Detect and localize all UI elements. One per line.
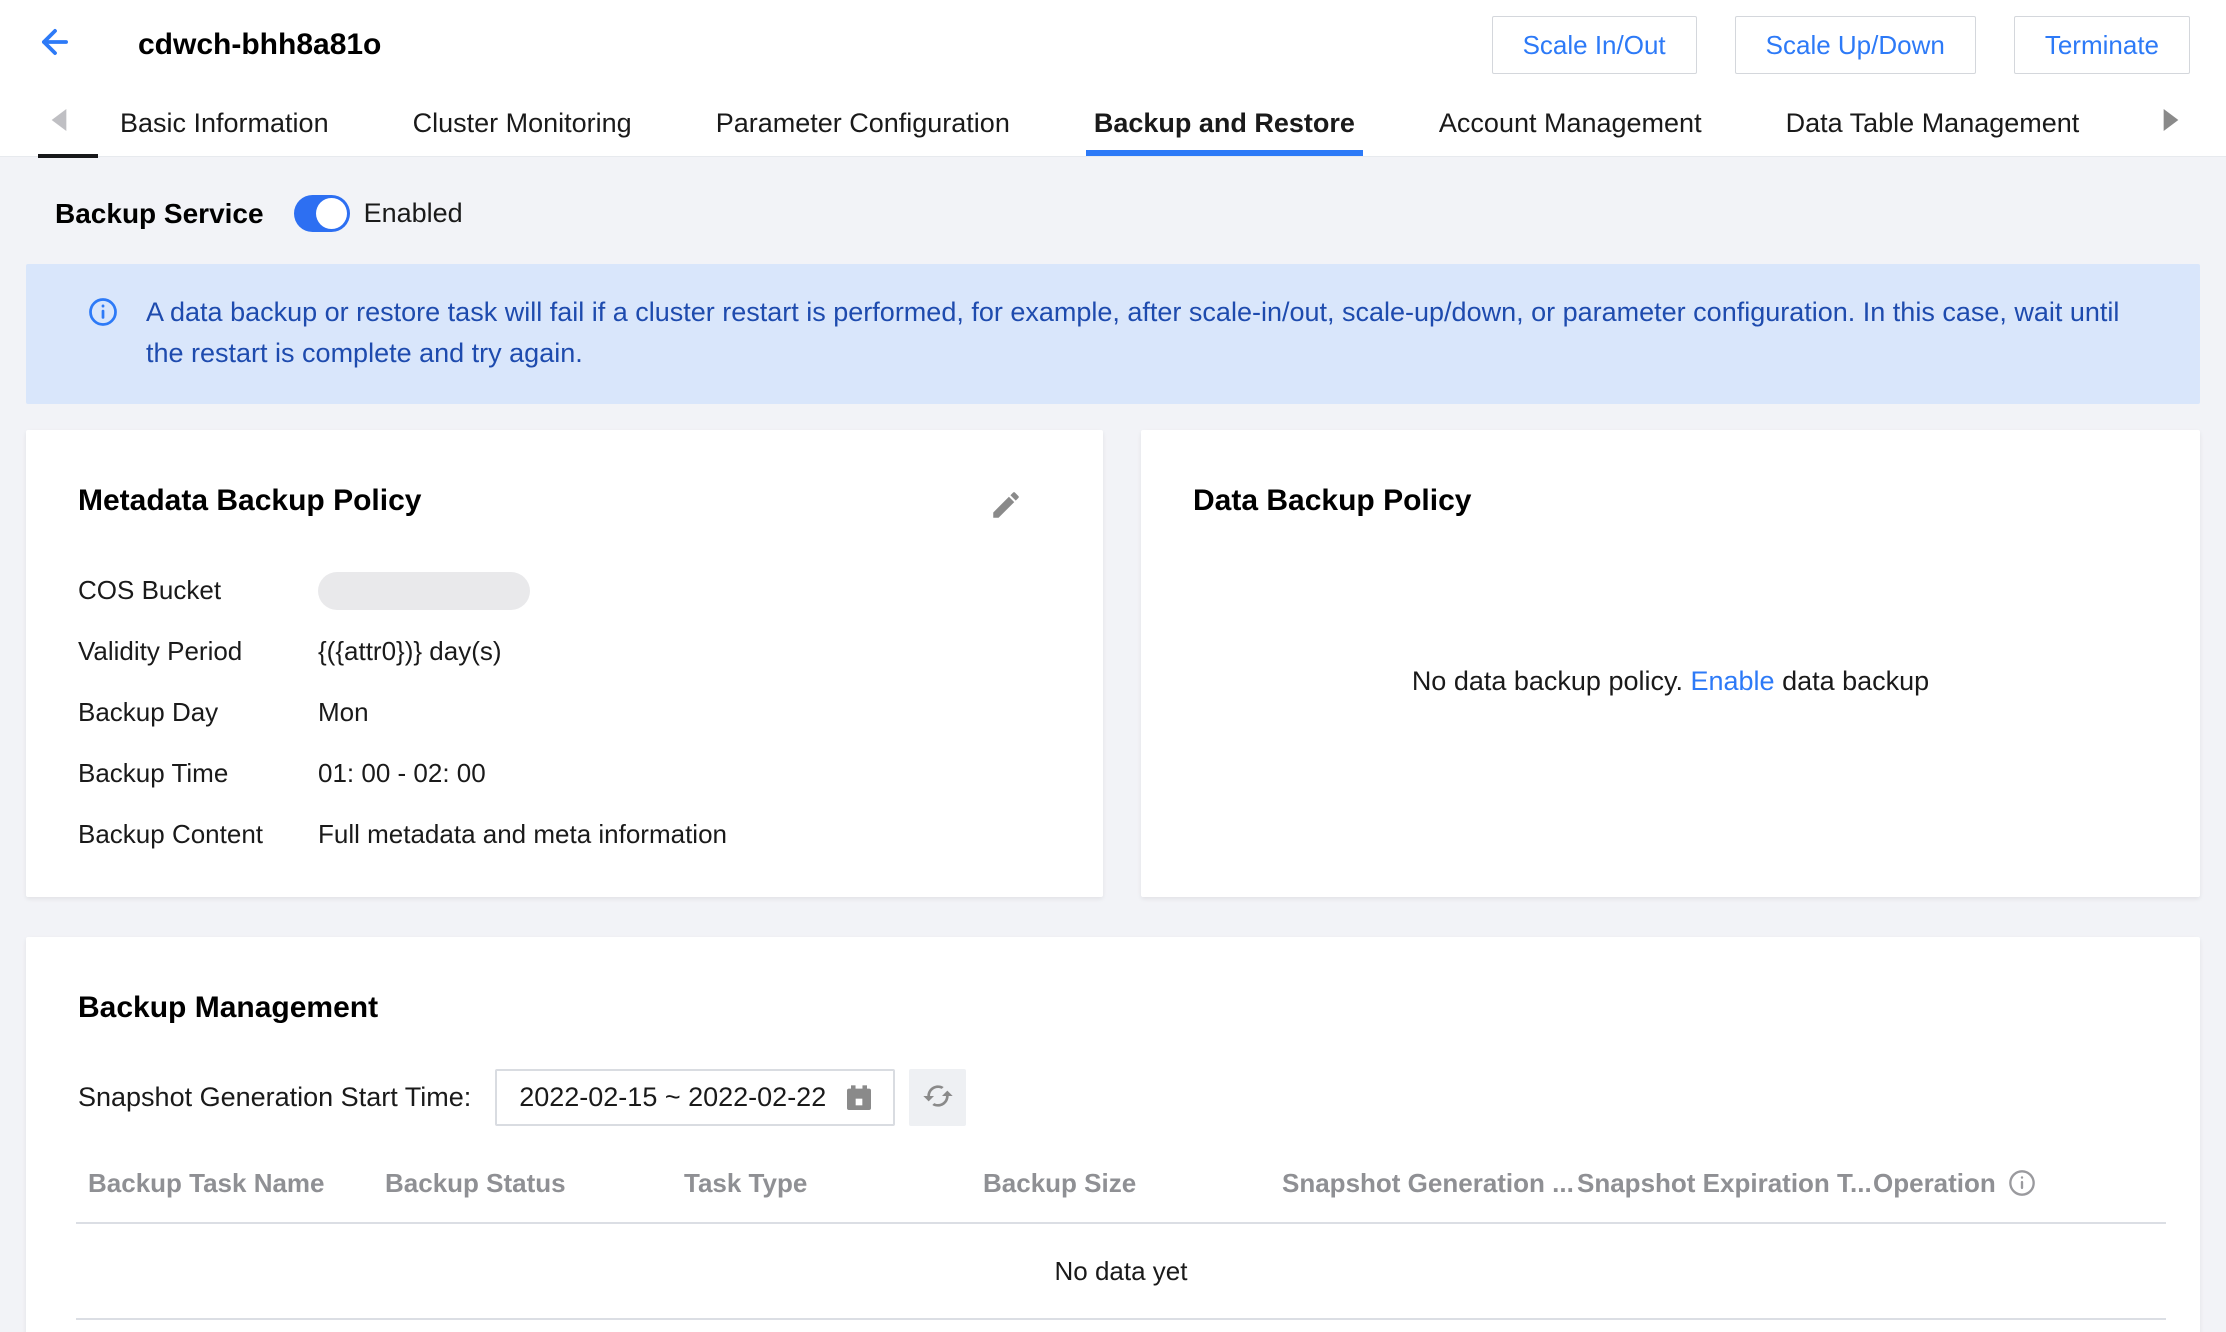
toggle-knob [316, 198, 347, 229]
terminate-button[interactable]: Terminate [2014, 16, 2190, 74]
col-backup-size: Backup Size [983, 1168, 1282, 1199]
info-banner: A data backup or restore task will fail … [26, 264, 2200, 404]
refresh-icon [922, 1080, 954, 1115]
row-value: {({attr0})} day(s) [318, 636, 502, 667]
pencil-icon [989, 498, 1023, 528]
banner-text: A data backup or restore task will fail … [146, 292, 2140, 374]
chevron-right-icon [2160, 107, 2182, 140]
tabs: Basic Information Cluster Monitoring Par… [118, 90, 2081, 156]
col-snapshot-generation: Snapshot Generation ... [1282, 1168, 1577, 1199]
tab-scroll-indicator [38, 154, 98, 158]
row-label: Backup Time [78, 758, 318, 789]
tabs-scroll-right-button[interactable] [2160, 90, 2226, 156]
row-value: 01: 00 - 02: 00 [318, 758, 486, 789]
backup-service-toggle[interactable] [294, 195, 350, 232]
tab-parameter-configuration[interactable]: Parameter Configuration [714, 90, 1012, 156]
col-task-type: Task Type [684, 1168, 983, 1199]
snapshot-start-time-label: Snapshot Generation Start Time: [78, 1082, 471, 1113]
back-button[interactable] [36, 23, 96, 68]
row-label: Backup Content [78, 819, 318, 850]
col-operation-label: Operation [1873, 1168, 1996, 1199]
tabs-scroll-left-button[interactable] [0, 90, 100, 156]
metadata-policy-title: Metadata Backup Policy [26, 430, 1103, 518]
scale-in-out-button[interactable]: Scale In/Out [1492, 16, 1697, 74]
date-range-input[interactable]: 2022-02-15 ~ 2022-02-22 [495, 1069, 895, 1126]
backup-service-label: Backup Service [55, 198, 264, 230]
backup-service-row: Backup Service Enabled [0, 195, 2226, 232]
chevron-left-icon [48, 107, 70, 140]
row-value: Mon [318, 697, 369, 728]
refresh-button[interactable] [909, 1069, 966, 1126]
data-policy-empty-state: No data backup policy. Enable data backu… [1141, 430, 2200, 897]
policy-row-validity-period: Validity Period {({attr0})} day(s) [78, 621, 1051, 682]
policy-row-cos-bucket: COS Bucket [78, 560, 1051, 621]
snapshot-filter-row: Snapshot Generation Start Time: 2022-02-… [26, 1025, 2200, 1126]
empty-text-suffix: data backup [1775, 666, 1930, 697]
tab-bar: Basic Information Cluster Monitoring Par… [0, 90, 2226, 157]
col-snapshot-expiration: Snapshot Expiration T... [1577, 1168, 1873, 1199]
tab-basic-information[interactable]: Basic Information [118, 90, 331, 156]
table-header-row: Backup Task Name Backup Status Task Type… [76, 1144, 2166, 1224]
backup-table: Backup Task Name Backup Status Task Type… [76, 1144, 2166, 1320]
policy-row-backup-time: Backup Time 01: 00 - 02: 00 [78, 743, 1051, 804]
col-backup-status: Backup Status [385, 1168, 684, 1199]
policy-row-backup-content: Backup Content Full metadata and meta in… [78, 804, 1051, 865]
table-empty-state: No data yet [76, 1224, 2166, 1320]
col-backup-task-name: Backup Task Name [88, 1168, 385, 1199]
metadata-policy-rows: COS Bucket Validity Period {({attr0})} d… [26, 518, 1103, 865]
backup-management-title: Backup Management [26, 937, 2200, 1025]
data-backup-policy-card: Data Backup Policy No data backup policy… [1141, 430, 2200, 897]
row-label: COS Bucket [78, 575, 318, 606]
page-title: cdwch-bhh8a81o [138, 28, 381, 62]
row-label: Backup Day [78, 697, 318, 728]
metadata-backup-policy-card: Metadata Backup Policy COS Bucket Validi… [26, 430, 1103, 897]
tab-data-table-management[interactable]: Data Table Management [1784, 90, 2082, 156]
operation-info-icon[interactable] [2008, 1169, 2036, 1197]
tab-account-management[interactable]: Account Management [1437, 90, 1704, 156]
empty-text-prefix: No data backup policy. [1412, 666, 1691, 697]
policy-row-backup-day: Backup Day Mon [78, 682, 1051, 743]
info-circle-icon [88, 297, 118, 327]
backup-service-status: Enabled [364, 198, 463, 229]
row-value: Full metadata and meta information [318, 819, 727, 850]
date-range-value: 2022-02-15 ~ 2022-02-22 [519, 1082, 843, 1113]
calendar-icon[interactable] [843, 1082, 875, 1114]
enable-data-backup-link[interactable]: Enable [1690, 666, 1774, 697]
col-operation: Operation [1873, 1168, 2052, 1199]
arrow-left-icon [36, 23, 74, 68]
edit-policy-button[interactable] [989, 488, 1023, 522]
scale-up-down-button[interactable]: Scale Up/Down [1735, 16, 1976, 74]
tab-backup-and-restore[interactable]: Backup and Restore [1092, 90, 1357, 156]
tab-cluster-monitoring[interactable]: Cluster Monitoring [411, 90, 634, 156]
header-actions: Scale In/Out Scale Up/Down Terminate [1492, 16, 2190, 74]
backup-management-card: Backup Management Snapshot Generation St… [26, 937, 2200, 1332]
header-row: cdwch-bhh8a81o Scale In/Out Scale Up/Dow… [0, 0, 2226, 90]
masked-value-pill [318, 572, 530, 610]
page-header: cdwch-bhh8a81o Scale In/Out Scale Up/Dow… [0, 0, 2226, 157]
row-label: Validity Period [78, 636, 318, 667]
policy-cards-row: Metadata Backup Policy COS Bucket Validi… [26, 430, 2200, 897]
